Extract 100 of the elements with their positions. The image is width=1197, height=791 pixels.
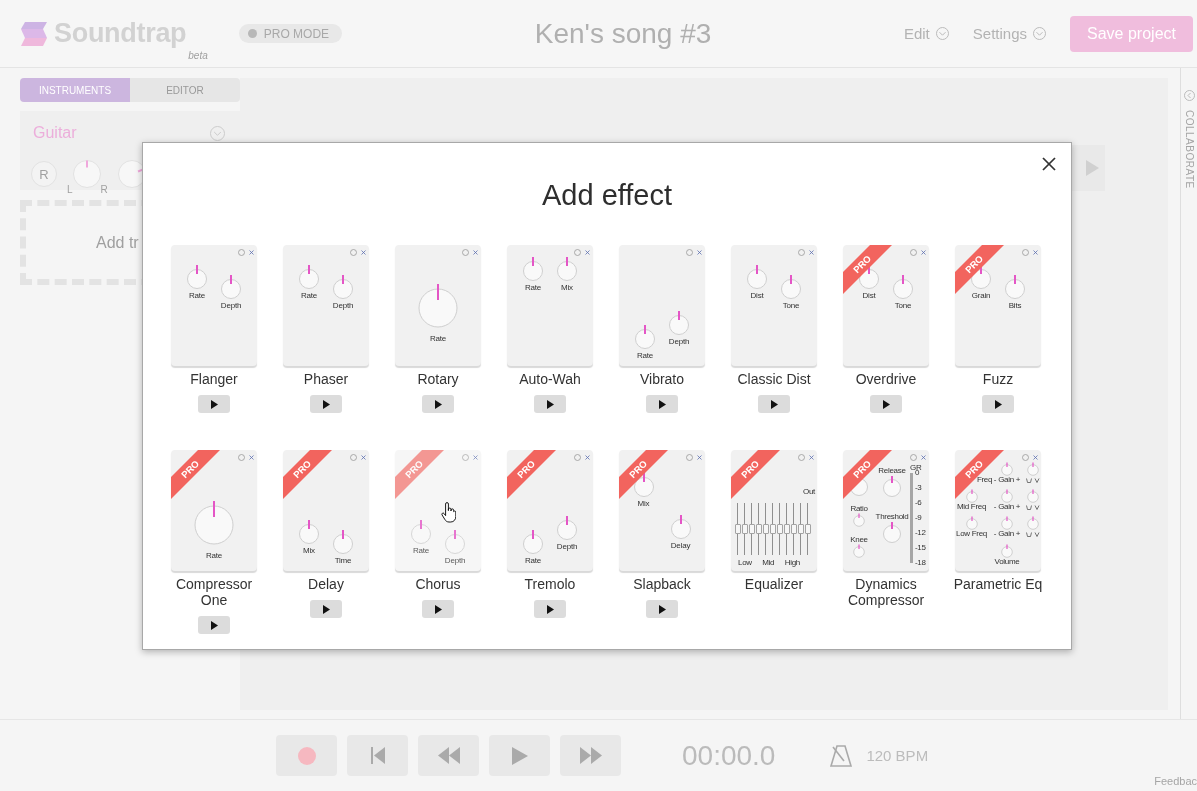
effect-thumbnail[interactable]: Rate Depth — [171, 245, 257, 366]
knob-icon — [220, 274, 242, 300]
knob-label: Tone — [782, 301, 800, 310]
knob-label: Rate — [429, 334, 447, 343]
meter-scale-label: -3 — [915, 484, 923, 492]
preview-play-button[interactable] — [646, 395, 678, 413]
preview-play-button[interactable] — [646, 600, 678, 618]
close-icon — [809, 455, 814, 460]
preview-play-button[interactable] — [310, 395, 342, 413]
fader-label: Out — [803, 488, 815, 496]
play-icon — [210, 620, 218, 630]
knob-icon — [332, 274, 354, 300]
effect-thumbnail[interactable]: Rate Depth — [619, 245, 705, 366]
knob-label: Depth — [444, 556, 466, 565]
play-icon — [434, 399, 442, 409]
preview-play-button[interactable] — [870, 395, 902, 413]
close-icon — [809, 250, 814, 255]
effect-name: Delay — [307, 576, 345, 592]
preview-play-button[interactable] — [534, 600, 566, 618]
knob-icon — [853, 544, 865, 558]
close-icon — [697, 455, 702, 460]
effect-name: Rotary — [416, 371, 460, 387]
preview-play-button[interactable] — [534, 395, 566, 413]
beta-tag: beta — [188, 50, 208, 61]
knob-label: Volume — [994, 558, 1020, 566]
preview-play-button[interactable] — [758, 395, 790, 413]
chevron-down-icon — [1033, 27, 1046, 40]
close-icon — [921, 250, 926, 255]
close-icon — [361, 250, 366, 255]
effect-name: Phaser — [302, 371, 350, 387]
meter-scale-label: 0 — [915, 469, 920, 477]
knob-icon — [556, 256, 578, 282]
effect-thumbnail[interactable]: Rate Depth — [283, 245, 369, 366]
filter-shape-icon — [1026, 478, 1040, 483]
close-icon — [585, 250, 590, 255]
ring-icon — [910, 249, 917, 256]
preview-play-button[interactable] — [198, 395, 230, 413]
knob-icon — [1004, 274, 1026, 300]
effect-name: Tremolo — [523, 576, 577, 592]
knob-icon — [853, 513, 865, 527]
play-icon — [210, 399, 218, 409]
play-icon — [882, 399, 890, 409]
effect-name: Chorus — [414, 576, 462, 592]
pan-right-label: R — [100, 185, 108, 195]
knob-label: Grain — [971, 291, 991, 300]
knob-label: Ratio — [850, 505, 868, 513]
knob-label: Mix — [561, 283, 573, 292]
band-label: Low — [738, 559, 752, 567]
ring-icon — [238, 249, 245, 256]
preview-play-button[interactable] — [422, 395, 454, 413]
effect-thumbnail[interactable]: Rate Mix — [507, 245, 593, 366]
preview-play-button[interactable] — [422, 600, 454, 618]
effect-thumbnail[interactable]: Dist Tone — [731, 245, 817, 366]
knob-label: Mix — [303, 546, 315, 555]
effect-name: Fuzz — [981, 371, 1015, 387]
effect-name: Classic Dist — [736, 371, 812, 387]
knob-icon — [780, 274, 802, 300]
knob-icon — [298, 264, 320, 290]
close-icon[interactable] — [1042, 157, 1056, 171]
play-icon — [322, 399, 330, 409]
close-icon — [249, 250, 254, 255]
knob-label: Threshold — [875, 513, 909, 521]
knob-label: Mix — [637, 499, 650, 508]
close-icon — [361, 455, 366, 460]
close-icon — [1033, 250, 1038, 255]
song-title: Ken's song #3 — [533, 17, 713, 50]
knob-icon — [1001, 544, 1013, 558]
preview-play-button[interactable] — [310, 600, 342, 618]
knob-icon — [193, 500, 235, 546]
preview-play-button[interactable] — [198, 616, 230, 634]
knob-label: - Gain + — [993, 530, 1021, 538]
knob-label: Rate — [412, 546, 430, 555]
knob-label: Depth — [556, 542, 578, 551]
effect-thumbnail[interactable]: Rate — [395, 245, 481, 366]
knob-label: Mid Freq — [956, 503, 987, 511]
knob-label: Depth — [332, 301, 354, 310]
close-icon — [921, 455, 926, 460]
ring-icon — [350, 454, 357, 461]
ring-icon — [238, 454, 245, 461]
preview-play-button[interactable] — [982, 395, 1014, 413]
ring-icon — [462, 249, 469, 256]
knob-icon — [1001, 489, 1013, 503]
pan-left-label: L — [67, 185, 73, 195]
meter-scale-label: -15 — [915, 544, 926, 552]
ring-icon — [910, 454, 917, 461]
band-label: High — [784, 559, 800, 567]
record-icon — [297, 746, 316, 765]
knob-icon — [669, 514, 692, 540]
rewind-icon — [437, 747, 460, 764]
play-icon — [434, 604, 442, 614]
knob-label: Knee — [850, 536, 868, 544]
ring-icon — [350, 249, 357, 256]
play-icon — [658, 604, 666, 614]
knob-icon — [522, 256, 544, 282]
ring-icon — [798, 454, 805, 461]
knob-label: Rate — [300, 291, 318, 300]
knob-icon — [410, 519, 432, 545]
effect-name: Compressor One — [174, 576, 254, 608]
skip-back-icon — [370, 747, 385, 764]
meter-scale-label: -12 — [915, 529, 926, 537]
